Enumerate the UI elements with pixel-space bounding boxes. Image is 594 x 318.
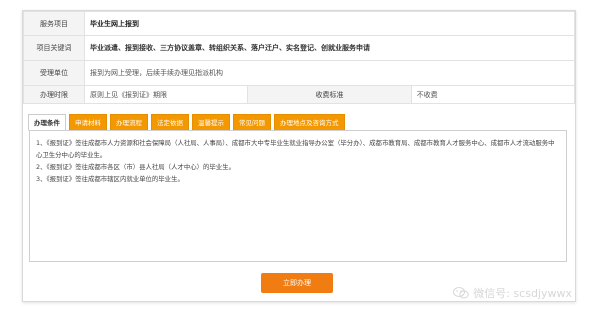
service-info-table: 服务项目 毕业生网上报到 项目关键词 毕业派遣、报到接收、三方协议盖章、转组织关…	[23, 11, 576, 104]
condition-line-2: 2、《报到证》签往成都市各区（市）县人社局（人才中心）的毕业生。	[36, 163, 235, 171]
tab-materials[interactable]: 申请材料	[69, 114, 107, 131]
tab-location-contact[interactable]: 办理地点及咨询方式	[274, 114, 345, 131]
tab-content: 1、《报到证》签往成都市人力资源和社会保障局（人社局、人事局）、成都市大中专毕业…	[29, 130, 567, 262]
tab-process[interactable]: 办理流程	[110, 114, 148, 131]
accept-unit-label: 受理单位	[23, 60, 85, 86]
fee-value: 不收费	[410, 85, 576, 104]
time-limit-value: 原则上见《报到证》期限	[83, 85, 249, 104]
watermark-text: 微信号: scsdjywwx	[473, 287, 572, 300]
tab-conditions[interactable]: 办理条件	[28, 114, 66, 131]
watermark: 微信号: scsdjywwx	[453, 285, 572, 301]
keywords-value: 毕业派遣、报到接收、三方协议盖章、转组织关系、落户迁户、实名登记、创就业服务申请	[84, 35, 575, 61]
keywords-label: 项目关键词	[23, 35, 85, 61]
condition-line-1: 1、《报到证》签往成都市人力资源和社会保障局（人社局、人事局）、成都市大中专毕业…	[36, 139, 555, 159]
accept-unit-value: 报到为网上受理，后续手续办理见指派机构	[84, 60, 575, 86]
time-limit-label: 办理时限	[23, 85, 85, 104]
tab-faq[interactable]: 常见问题	[233, 114, 271, 131]
apply-now-button[interactable]: 立即办理	[261, 273, 333, 293]
tab-tips[interactable]: 温馨提示	[192, 114, 230, 131]
service-panel: 服务项目 毕业生网上报到 项目关键词 毕业派遣、报到接收、三方协议盖章、转组织关…	[22, 10, 576, 302]
service-item-label: 服务项目	[23, 11, 85, 36]
service-title: 毕业生网上报到	[84, 11, 575, 36]
tab-legal-basis[interactable]: 法定依据	[151, 114, 189, 131]
fee-label: 收费标准	[247, 85, 412, 104]
wechat-icon	[453, 287, 469, 299]
condition-line-3: 3、《报到证》签往成都市辖区内就业单位的毕业生。	[36, 175, 184, 183]
